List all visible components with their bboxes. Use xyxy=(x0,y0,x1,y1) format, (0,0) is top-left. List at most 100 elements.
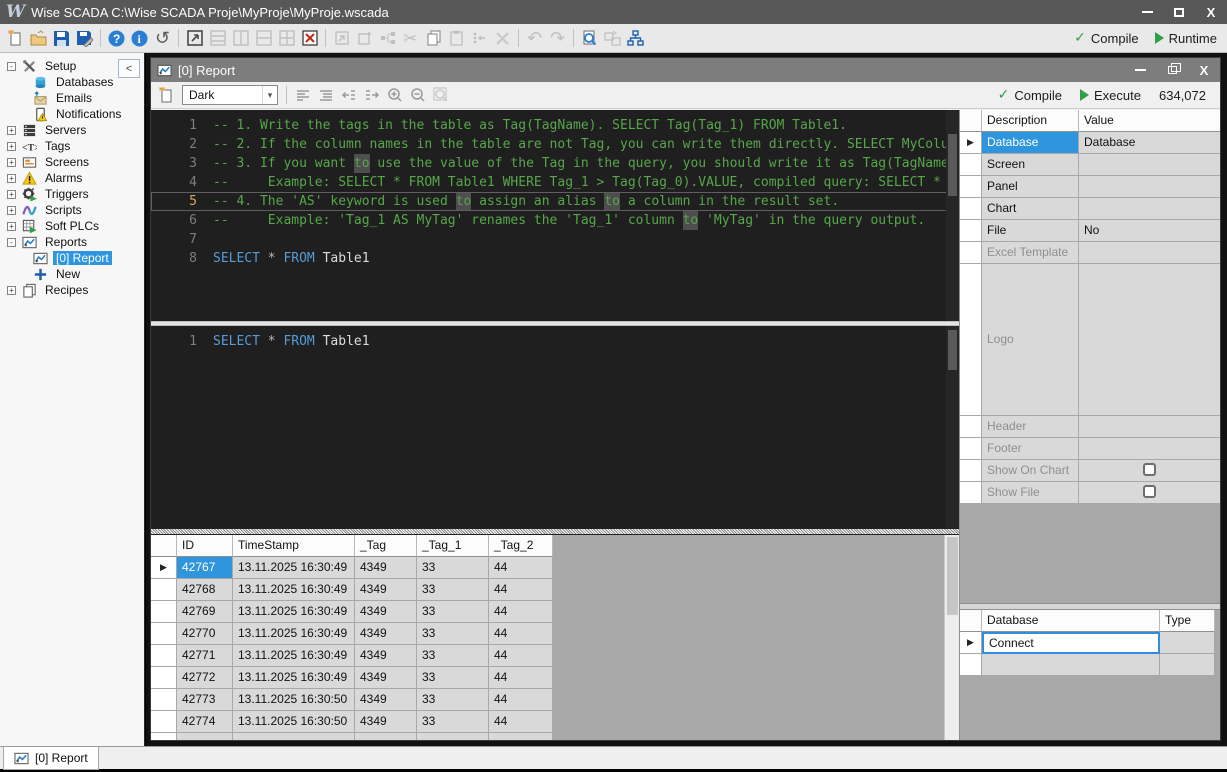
editor-scrollbar[interactable] xyxy=(946,110,959,321)
property-row-screen[interactable]: Screen xyxy=(960,154,1220,176)
panel-splitter[interactable] xyxy=(960,603,1220,610)
cell-tag1[interactable]: 33 xyxy=(417,645,489,667)
cell-tag[interactable]: 4349 xyxy=(355,623,417,645)
zoom-out-button[interactable] xyxy=(406,84,429,107)
save-as-button[interactable] xyxy=(73,27,96,50)
cell-tag[interactable]: 4349 xyxy=(355,689,417,711)
cell-tag2[interactable]: 44 xyxy=(489,557,553,579)
report-close-button[interactable]: X xyxy=(1188,58,1220,82)
increase-indent-button[interactable] xyxy=(360,84,383,107)
expander-icon[interactable]: + xyxy=(7,174,16,183)
cell-id[interactable]: 42773 xyxy=(177,689,233,711)
table-row[interactable]: 42771 13.11.2025 16:30:49 4349 33 44 xyxy=(151,645,959,667)
database-type-cell[interactable] xyxy=(1160,654,1215,676)
cell-timestamp[interactable]: 13.11.2025 16:30:49 xyxy=(233,557,355,579)
table-row[interactable]: 42774 13.11.2025 16:30:50 4349 33 44 xyxy=(151,711,959,733)
save-button[interactable] xyxy=(50,27,73,50)
cell-id[interactable]: 42767 xyxy=(177,557,233,579)
column-header[interactable]: _Tag_2 xyxy=(489,535,553,557)
property-value[interactable] xyxy=(1079,264,1220,416)
property-row-logo[interactable]: Logo xyxy=(960,264,1220,416)
show-file-checkbox[interactable] xyxy=(1143,485,1156,498)
column-header[interactable]: _Tag_1 xyxy=(417,535,489,557)
cell-id[interactable]: 42770 xyxy=(177,623,233,645)
cell-timestamp[interactable]: 13.11.2025 16:30:49 xyxy=(233,623,355,645)
cell-tag1[interactable]: 33 xyxy=(417,711,489,733)
zoom-in-button[interactable] xyxy=(383,84,406,107)
property-label[interactable]: Logo xyxy=(982,264,1079,416)
tab-report-0[interactable]: [0] Report xyxy=(3,747,99,770)
layout-rows-button[interactable] xyxy=(206,27,229,50)
sidebar-item-new-report[interactable]: New xyxy=(0,266,144,282)
close-all-windows-button[interactable] xyxy=(298,27,321,50)
row-selector[interactable] xyxy=(960,176,982,198)
cell-tag2[interactable]: 44 xyxy=(489,623,553,645)
redo-button[interactable]: ↷ xyxy=(546,27,569,50)
property-row-file[interactable]: File No xyxy=(960,220,1220,242)
cell-tag[interactable]: 4349 xyxy=(355,667,417,689)
property-label[interactable]: Database xyxy=(982,132,1079,154)
table-scrollbar[interactable] xyxy=(944,535,959,740)
cell-timestamp[interactable]: 13.11.2025 16:30:49 xyxy=(233,579,355,601)
format-selection-button[interactable] xyxy=(314,84,337,107)
sidebar-item-reports[interactable]: - Reports xyxy=(0,234,144,250)
property-value[interactable]: No xyxy=(1079,220,1220,242)
property-row-chart[interactable]: Chart xyxy=(960,198,1220,220)
runtime-button[interactable]: Runtime xyxy=(1155,31,1217,46)
row-selector[interactable]: ▶ xyxy=(151,557,177,579)
property-row-panel[interactable]: Panel xyxy=(960,176,1220,198)
cell-tag2[interactable]: 44 xyxy=(489,579,553,601)
link-nodes-button[interactable] xyxy=(376,27,399,50)
cell-tag[interactable]: 4349 xyxy=(355,601,417,623)
undo-button[interactable]: ↶ xyxy=(523,27,546,50)
property-value[interactable] xyxy=(1079,416,1220,438)
expander-icon[interactable]: - xyxy=(7,62,16,71)
cut-button[interactable]: ✂ xyxy=(399,27,422,50)
property-value[interactable] xyxy=(1079,438,1220,460)
cell-tag1[interactable]: 33 xyxy=(417,601,489,623)
row-selector[interactable] xyxy=(960,154,982,176)
property-label[interactable]: Footer xyxy=(982,438,1079,460)
sidebar-item-soft-plcs[interactable]: + Soft PLCs xyxy=(0,218,144,234)
report-minimize-button[interactable] xyxy=(1124,58,1156,82)
cell-id[interactable]: 42771 xyxy=(177,645,233,667)
sidebar-item-screens[interactable]: + Screens xyxy=(0,154,144,170)
database-row-empty[interactable] xyxy=(960,654,1220,676)
row-selector[interactable] xyxy=(960,482,982,504)
sidebar-item-tags[interactable]: + <T> Tags xyxy=(0,138,144,154)
property-value[interactable] xyxy=(1079,198,1220,220)
report-restore-button[interactable] xyxy=(1156,58,1188,82)
property-row-excel-template[interactable]: Excel Template xyxy=(960,242,1220,264)
compiled-query-editor[interactable]: 1SELECT * FROM Table1 xyxy=(151,326,959,528)
expander-icon[interactable]: + xyxy=(7,190,16,199)
sitemap-button[interactable] xyxy=(624,27,647,50)
layout-split-button[interactable] xyxy=(252,27,275,50)
zoom-reset-button[interactable] xyxy=(429,84,452,107)
table-row[interactable]: ▶ 42767 13.11.2025 16:30:49 4349 33 44 xyxy=(151,557,959,579)
column-header[interactable]: Description xyxy=(982,110,1079,132)
expander-icon[interactable]: + xyxy=(7,206,16,215)
cell-tag1[interactable]: 33 xyxy=(417,557,489,579)
cell-timestamp[interactable]: 13.11.2025 16:30:50 xyxy=(233,711,355,733)
sidebar-item-scripts[interactable]: + Scripts xyxy=(0,202,144,218)
property-value[interactable]: Database xyxy=(1079,132,1220,154)
row-selector[interactable] xyxy=(960,242,982,264)
report-compile-button[interactable]: ✓ Compile xyxy=(998,87,1062,103)
sidebar-item-report-0[interactable]: [0] Report xyxy=(0,250,144,266)
row-selector[interactable] xyxy=(960,264,982,416)
info-button[interactable]: i xyxy=(128,27,151,50)
row-selector[interactable] xyxy=(151,689,177,711)
property-row-show-on-chart[interactable]: Show On Chart xyxy=(960,460,1220,482)
cell-tag[interactable]: 4349 xyxy=(355,579,417,601)
sidebar-item-servers[interactable]: + Servers xyxy=(0,122,144,138)
database-name-cell[interactable]: Connect xyxy=(982,632,1160,654)
sidebar-item-emails[interactable]: Emails xyxy=(0,90,144,106)
property-label[interactable]: Chart xyxy=(982,198,1079,220)
cell-tag1[interactable]: 33 xyxy=(417,689,489,711)
next-window-button[interactable] xyxy=(330,27,353,50)
compile-button[interactable]: ✓ Compile xyxy=(1074,30,1138,46)
expander-icon[interactable]: + xyxy=(7,158,16,167)
copy-button[interactable] xyxy=(422,27,445,50)
layout-grid-button[interactable] xyxy=(275,27,298,50)
cell-tag1[interactable]: 33 xyxy=(417,623,489,645)
